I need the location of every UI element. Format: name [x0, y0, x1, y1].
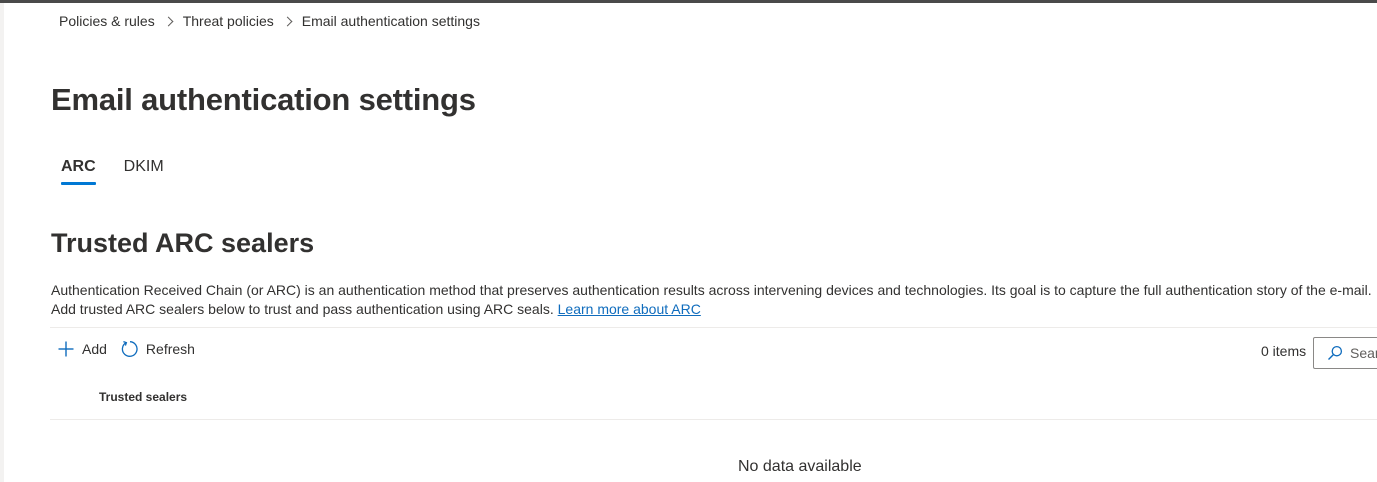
refresh-button[interactable]: Refresh: [121, 340, 195, 358]
description-line-2: Add trusted ARC sealers below to trust a…: [51, 300, 1377, 319]
add-button[interactable]: Add: [57, 340, 107, 358]
tab-dkim[interactable]: DKIM: [124, 158, 164, 185]
breadcrumb-threat-policies[interactable]: Threat policies: [183, 13, 274, 29]
chevron-right-icon: [282, 16, 293, 26]
chevron-right-icon: [163, 16, 174, 26]
description-line-1: Authentication Received Chain (or ARC) i…: [51, 282, 1372, 298]
window-top-border: [0, 0, 1377, 3]
toolbar-divider: [50, 327, 1377, 328]
tab-arc[interactable]: ARC: [61, 158, 96, 185]
left-nav-edge: [0, 3, 4, 482]
breadcrumb: Policies & rules Threat policies Email a…: [59, 13, 480, 29]
breadcrumb-policies-rules[interactable]: Policies & rules: [59, 13, 155, 29]
page-title: Email authentication settings: [51, 82, 476, 117]
learn-more-link[interactable]: Learn more about ARC: [558, 301, 701, 317]
search-input[interactable]: Sear: [1313, 337, 1377, 369]
add-label: Add: [82, 341, 107, 357]
column-header-trusted-sealers[interactable]: Trusted sealers: [99, 390, 187, 404]
command-bar: Add Refresh: [57, 340, 209, 358]
section-description: Authentication Received Chain (or ARC) i…: [51, 281, 1377, 319]
section-title: Trusted ARC sealers: [51, 228, 315, 258]
breadcrumb-current: Email authentication settings: [301, 13, 480, 29]
items-count: 0 items: [1261, 343, 1307, 359]
plus-icon: [58, 341, 74, 357]
description-text: Add trusted ARC sealers below to trust a…: [51, 301, 554, 317]
refresh-icon: [121, 340, 138, 357]
search-placeholder: Sear: [1350, 345, 1377, 361]
search-icon: [1328, 345, 1343, 360]
empty-state-message: No data available: [738, 458, 862, 475]
tab-list: ARC DKIM: [61, 158, 192, 185]
table-header-divider: [50, 419, 1377, 420]
refresh-label: Refresh: [145, 341, 195, 357]
